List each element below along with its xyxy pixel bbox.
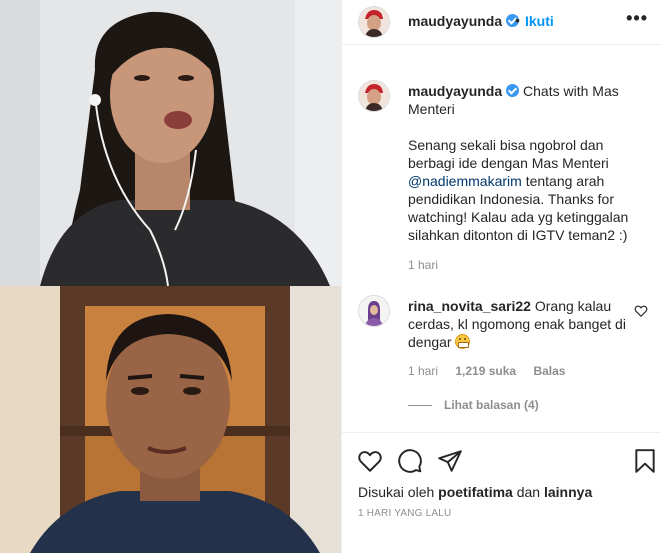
comment-heart-icon[interactable]	[634, 304, 648, 318]
caption-avatar[interactable]	[358, 80, 390, 112]
replies-divider	[408, 405, 432, 407]
comment-meta: 1 hari 1,219 suka Balas	[408, 364, 579, 378]
comment-time[interactable]: 1 hari	[408, 364, 438, 378]
verified-badge-icon	[506, 84, 520, 97]
caption-text: maudyayunda Chats with Mas Menteri Senan…	[408, 82, 653, 244]
comment-icon[interactable]	[397, 448, 423, 474]
caption-time[interactable]: 1 hari	[408, 258, 438, 272]
liked-by-user[interactable]: poetifatima	[438, 484, 513, 500]
post-header: maudyayunda • Ikuti •••	[342, 0, 661, 45]
author-username[interactable]: maudyayunda	[408, 13, 520, 29]
post-actions: Disukai oleh poetifatima dan lainnya 1 H…	[342, 432, 661, 553]
commenter-username[interactable]: rina_novita_sari22	[408, 298, 531, 314]
caption-username[interactable]: maudyayunda	[408, 83, 520, 99]
post-media[interactable]	[0, 0, 341, 553]
follow-button[interactable]: Ikuti	[525, 13, 554, 29]
post-panel: maudyayunda • Ikuti ••• maudyayunda Chat…	[341, 0, 661, 553]
separator-dot: •	[515, 12, 520, 28]
liked-by-others[interactable]: lainnya	[544, 484, 592, 500]
more-options-icon[interactable]: •••	[626, 8, 648, 29]
comment-likes[interactable]: 1,219 suka	[455, 364, 516, 378]
liked-by-summary: Disukai oleh poetifatima dan lainnya	[358, 484, 592, 500]
view-replies-button[interactable]: Lihat balasan (4)	[408, 398, 539, 412]
video-frame-top	[0, 0, 341, 286]
heart-icon[interactable]	[357, 448, 383, 474]
grinning-emoji-icon	[455, 334, 471, 349]
caption-body-1: Senang sekali bisa ngobrol dan berbagi i…	[408, 137, 609, 171]
paper-plane-icon[interactable]	[437, 448, 463, 474]
comments-section[interactable]: maudyayunda Chats with Mas Menteri Senan…	[342, 46, 661, 432]
comment-text: rina_novita_sari22 Orang kalau cerdas, k…	[408, 297, 628, 351]
reply-button[interactable]: Balas	[533, 364, 565, 378]
liked-by-prefix: Disukai oleh	[358, 484, 435, 500]
commenter-avatar[interactable]	[358, 295, 390, 327]
bookmark-icon[interactable]	[632, 448, 658, 474]
author-avatar[interactable]	[358, 6, 390, 38]
video-frame-bottom	[0, 286, 341, 553]
caption-mention[interactable]: @nadiemmakarim	[408, 173, 522, 189]
post-date[interactable]: 1 HARI YANG LALU	[358, 508, 451, 519]
liked-by-connector: dan	[516, 484, 541, 500]
view-replies-label: Lihat balasan (4)	[444, 398, 539, 412]
